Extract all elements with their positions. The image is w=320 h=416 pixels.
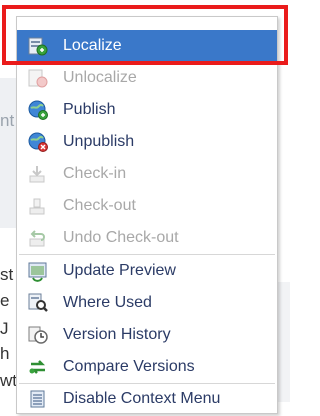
menu-item-compare-versions[interactable]: Compare Versions <box>17 351 277 383</box>
background-text: st <box>0 265 14 284</box>
menu-item-label: Update Preview <box>63 262 176 279</box>
unpublish-icon <box>28 132 48 152</box>
background-panel <box>0 78 16 228</box>
menu-item-publish[interactable]: Publish <box>17 94 277 126</box>
unlocalize-icon <box>28 69 48 88</box>
background-text: nt <box>0 111 15 130</box>
menu-item-label: Check-out <box>63 197 136 214</box>
background-panel <box>276 282 290 402</box>
undo-check-out-icon <box>29 230 45 247</box>
menu-item-label: Publish <box>63 101 116 118</box>
check-in-icon <box>29 166 45 183</box>
menu-item-label: Compare Versions <box>63 358 195 375</box>
check-out-icon <box>29 198 45 215</box>
menu-item-label: Unlocalize <box>63 69 137 86</box>
disable-context-menu-icon <box>30 390 45 408</box>
menu-item-check-in: Check-in <box>17 158 277 190</box>
background-text: e <box>0 291 10 310</box>
background-text: J <box>0 319 9 338</box>
menu-item-update-preview[interactable]: Update Preview <box>17 255 277 287</box>
highlight-box <box>2 5 288 65</box>
background-text: h <box>0 344 10 363</box>
menu-item-where-used[interactable]: Where Used <box>17 287 277 319</box>
menu-item-label: Unpublish <box>63 133 135 150</box>
menu-item-unlocalize: Unlocalize <box>17 62 277 94</box>
publish-icon <box>28 100 48 120</box>
compare-versions-icon <box>29 360 46 374</box>
update-preview-icon <box>28 262 47 282</box>
menu-item-label: Version History <box>63 326 171 343</box>
menu-item-label: Disable Context Menu <box>63 390 221 407</box>
menu-item-label: Undo Check-out <box>63 229 179 246</box>
where-used-icon <box>28 293 48 312</box>
context-menu: Localize Unlocalize Publish Unpublish Ch… <box>16 16 278 414</box>
menu-item-label: Check-in <box>63 165 127 182</box>
menu-item-label: Where Used <box>63 294 152 311</box>
version-history-icon <box>28 326 48 344</box>
menu-item-unpublish[interactable]: Unpublish <box>17 126 277 158</box>
background-text: wt <box>0 371 17 390</box>
menu-item-undo-check-out: Undo Check-out <box>17 222 277 254</box>
menu-item-version-history[interactable]: Version History <box>17 319 277 351</box>
menu-item-check-out: Check-out <box>17 190 277 222</box>
menu-item-disable-context-menu[interactable]: Disable Context Menu <box>17 383 277 415</box>
